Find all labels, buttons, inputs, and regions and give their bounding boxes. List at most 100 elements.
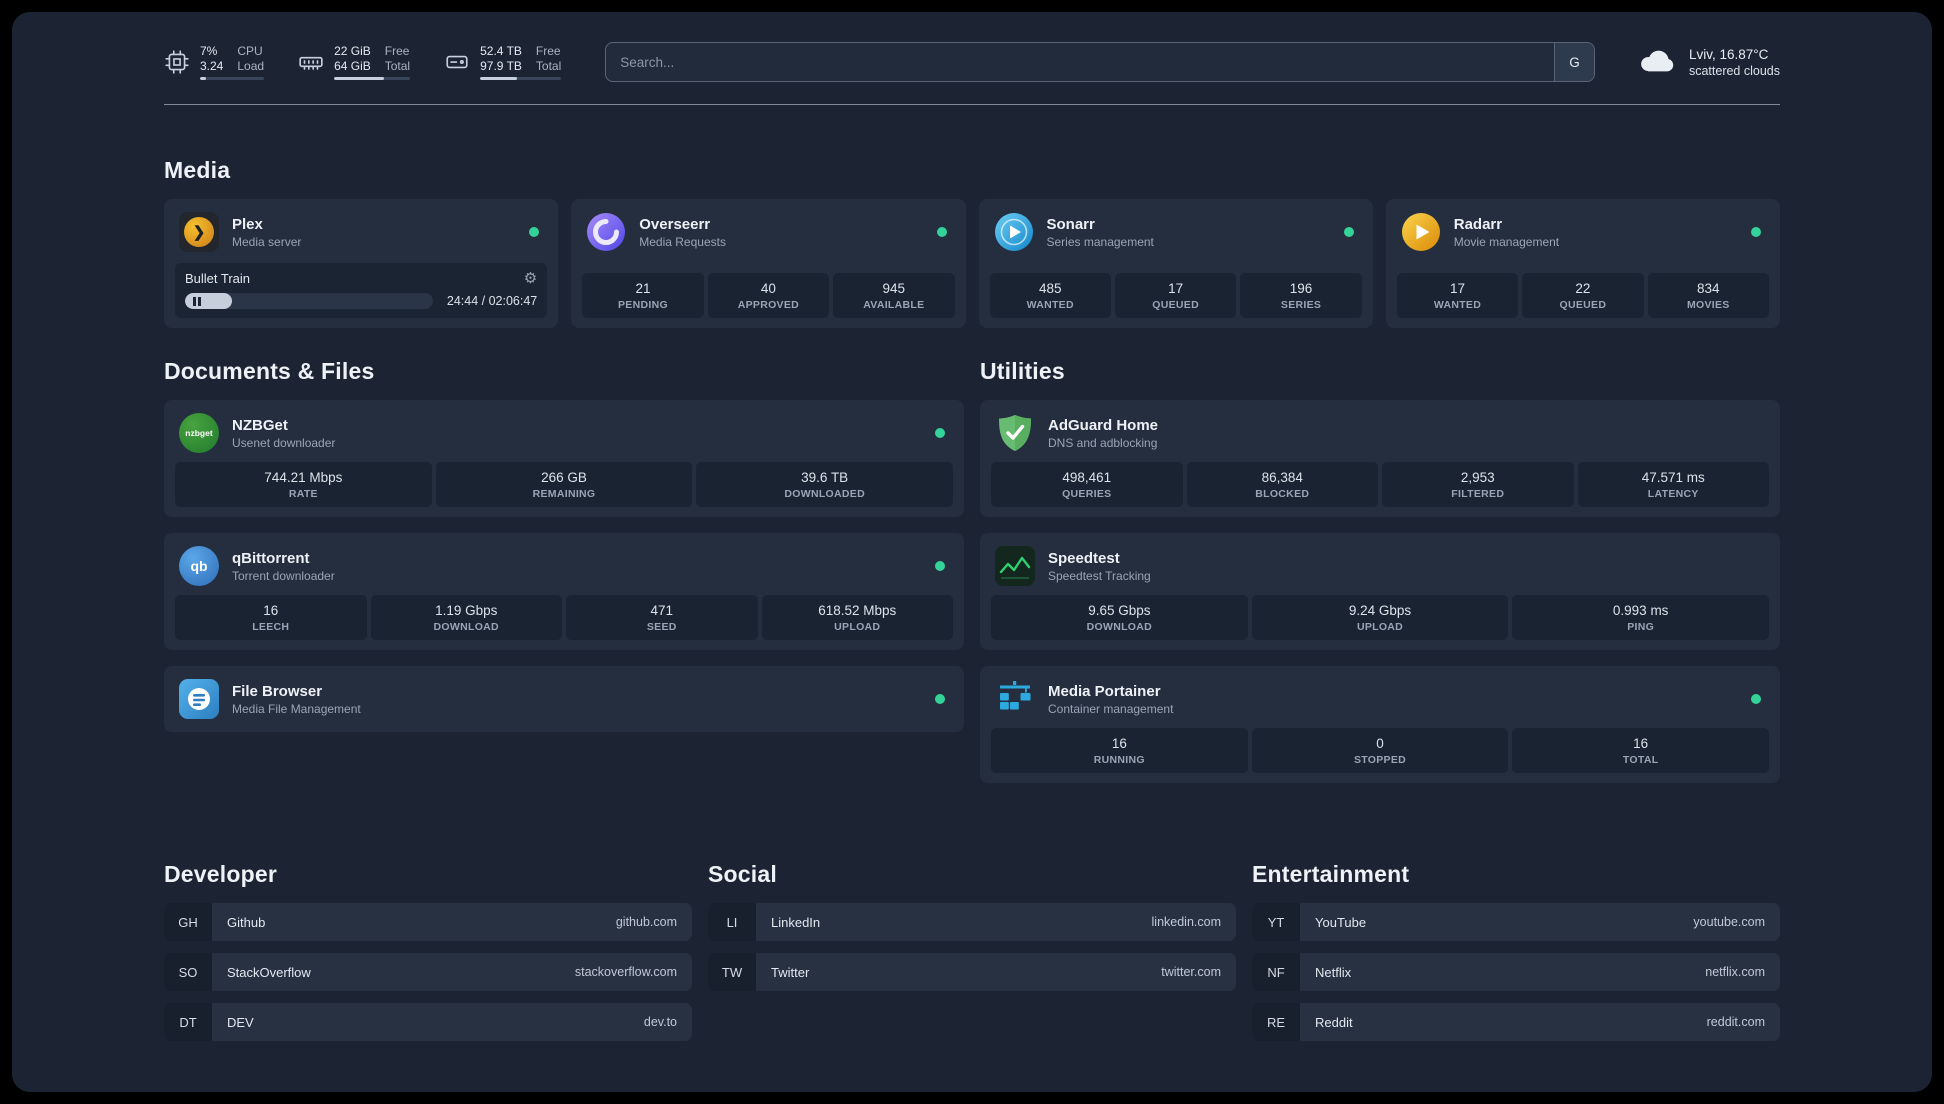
qbittorrent-icon: qb [179,546,219,586]
bookmark-abbr: SO [164,953,212,991]
bookmark-url: twitter.com [1161,965,1221,979]
portainer-service-link[interactable]: Media Portainer Container management [991,676,1769,728]
cpu-usage-bar [200,77,265,80]
bookmark-abbr: NF [1252,953,1300,991]
memory-total-value: 64 GiB [334,59,371,73]
cpu-percent: 7% [200,44,218,58]
bookmark-name: Netflix [1315,964,1352,980]
section-heading-social: Social [708,861,777,887]
bookmark-url: linkedin.com [1151,915,1221,929]
pause-icon[interactable] [193,296,201,306]
status-dot [1343,227,1354,237]
sonarr-service-link[interactable]: Sonarr Series management [990,209,1362,261]
bookmark-twitter[interactable]: TW Twitter twitter.com [708,953,1236,991]
dashboard-panel: 7% CPU 3.24 Load 22 GiB Free 64 GiB Tota… [12,12,1932,1092]
stat-tile: 17 WANTED [1396,273,1519,318]
stat-tile: 471 SEED [566,595,758,640]
gear-icon[interactable]: ⚙ [524,271,537,286]
disk-usage-bar [480,77,562,80]
stat-tile: 21 PENDING [582,273,704,318]
service-card-filebrowser: File Browser Media File Management [164,666,964,732]
disk-total-label: Total [535,59,562,73]
bookmark-abbr: DT [164,1003,212,1041]
radarr-service-link[interactable]: Radarr Movie management [1397,209,1769,261]
plex-service-link[interactable]: ❯ Plex Media server [175,209,547,261]
bookmark-github[interactable]: GH Github github.com [164,903,692,941]
playback-progress-bar[interactable] [185,293,433,309]
service-card-qbittorrent: qb qBittorrent Torrent downloader 16 LEEC… [164,533,964,650]
now-playing-title: Bullet Train [185,271,251,286]
status-dot [936,227,947,237]
weather-condition: scattered clouds [1688,63,1780,78]
service-title: Plex [232,215,263,233]
bookmark-linkedin[interactable]: LI LinkedIn linkedin.com [708,903,1236,941]
service-title: Overseerr [639,215,711,233]
playback-time: 24:44 / 02:06:47 [446,294,538,308]
plex-icon: ❯ [179,212,219,252]
section-heading-documents: Documents & Files [164,358,375,384]
topbar-divider [164,104,1780,105]
bookmark-youtube[interactable]: YT YouTube youtube.com [1252,903,1780,941]
stat-tile: 0.993 ms PING [1512,595,1770,640]
cpu-load-value: 3.24 [200,59,224,73]
bookmark-group-social: Social LI LinkedIn linkedin.com TW Twitt… [708,861,1236,1003]
search-input[interactable] [605,42,1595,82]
service-card-overseerr: Overseerr Media Requests 21 PENDING 40 APP… [571,199,966,328]
cpu-icon [164,49,190,75]
stat-tile: 9.24 Gbps UPLOAD [1251,595,1509,640]
stat-tile: 744.21 Mbps RATE [175,462,432,507]
bookmark-netflix[interactable]: NF Netflix netflix.com [1252,953,1780,991]
bookmark-url: github.com [615,915,677,929]
bookmark-dev[interactable]: DT DEV dev.to [164,1003,692,1041]
bookmark-url: youtube.com [1693,915,1765,929]
memory-icon [298,49,324,75]
memory-widget: 22 GiB Free 64 GiB Total [298,44,411,80]
stat-tile: 16 TOTAL [1512,728,1770,773]
section-documents: Documents & Files nzbget NZBGet Usenet d… [164,358,964,748]
bookmark-stackoverflow[interactable]: SO StackOverflow stackoverflow.com [164,953,692,991]
service-subtitle: Usenet downloader [232,435,336,450]
disk-widget: 52.4 TB Free 97.9 TB Total [444,44,562,80]
stat-tile: 498,461 QUERIES [991,462,1183,507]
stat-tile: 16 LEECH [175,595,367,640]
stat-tile: 39.6 TB DOWNLOADED [696,462,954,507]
service-subtitle: Container management [1048,701,1174,716]
status-dot [935,428,945,438]
search-provider-button[interactable]: G [1553,43,1594,81]
stat-tile: 196 SERIES [1240,273,1362,318]
portainer-crane-icon [995,679,1035,719]
service-title: NZBGet [232,416,288,434]
bookmark-abbr: RE [1252,1003,1300,1041]
cpu-load-label: Load [237,59,265,73]
search-bar: G [605,42,1595,82]
adguard-service-link[interactable]: AdGuard Home DNS and adblocking [991,410,1769,462]
section-media: Media ❯ Plex Media server Bullet Train ⚙… [164,157,1780,328]
service-title: AdGuard Home [1048,416,1159,434]
speedtest-service-link[interactable]: Speedtest Speedtest Tracking [991,543,1769,595]
nzbget-service-link[interactable]: nzbget NZBGet Usenet downloader [175,410,953,462]
memory-free-value: 22 GiB [334,44,371,58]
bookmark-name: LinkedIn [771,914,821,930]
stat-tile: 834 MOVIES [1647,273,1770,318]
service-card-adguard: AdGuard Home DNS and adblocking 498,461 Q… [980,400,1780,517]
weather-widget[interactable]: Lviv, 16.87°C scattered clouds [1637,45,1780,80]
service-subtitle: Torrent downloader [232,568,335,583]
disk-free-label: Free [535,44,561,58]
qbittorrent-service-link[interactable]: qb qBittorrent Torrent downloader [175,543,953,595]
overseerr-service-link[interactable]: Overseerr Media Requests [582,209,954,261]
service-card-plex: ❯ Plex Media server Bullet Train ⚙ 24:44… [164,199,559,328]
bookmark-reddit[interactable]: RE Reddit reddit.com [1252,1003,1780,1041]
nzbget-icon: nzbget [179,413,219,453]
memory-total-label: Total [384,59,411,73]
service-title: Radarr [1453,215,1503,233]
filebrowser-service-link[interactable]: File Browser Media File Management [175,676,953,722]
service-title: Speedtest [1048,549,1120,567]
stat-tile: 485 WANTED [989,273,1111,318]
service-card-nzbget: nzbget NZBGet Usenet downloader 744.21 M… [164,400,964,517]
stat-tile: 86,384 BLOCKED [1186,462,1378,507]
status-dot [935,561,945,571]
sonarr-icon [994,212,1034,252]
cpu-label: CPU [237,44,263,58]
radarr-icon [1401,212,1441,252]
service-card-portainer: Media Portainer Container management 16 R… [980,666,1780,783]
